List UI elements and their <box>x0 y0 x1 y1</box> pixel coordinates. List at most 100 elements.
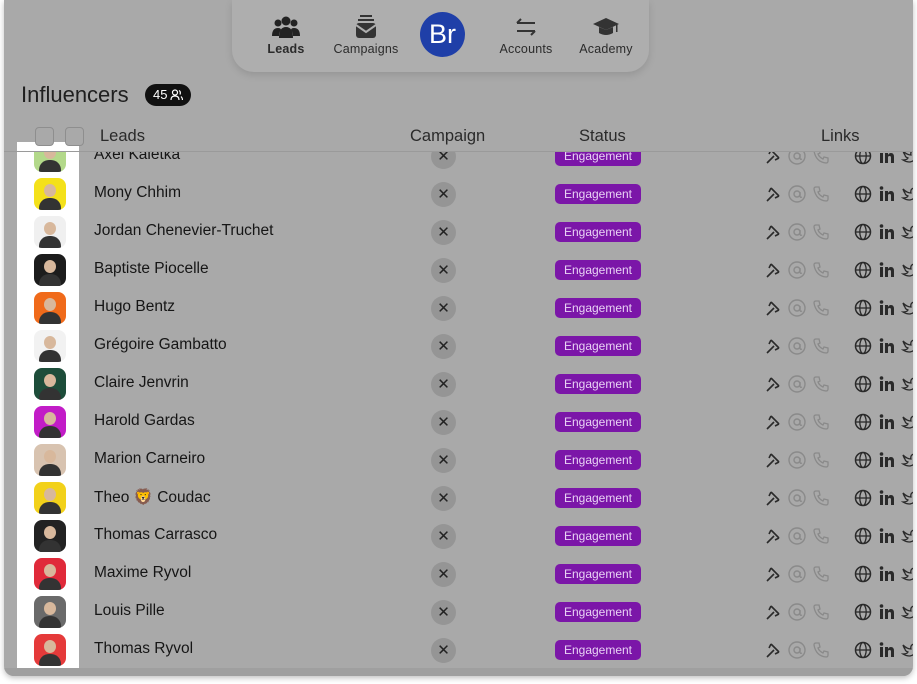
horizontal-scrollbar[interactable] <box>4 668 913 676</box>
avatar[interactable] <box>34 520 66 552</box>
status-badge[interactable]: Engagement <box>555 640 641 660</box>
remove-campaign-button[interactable]: ✕ <box>431 562 456 587</box>
avatar[interactable] <box>34 330 66 362</box>
twitter-icon[interactable] <box>900 222 913 242</box>
email-icon[interactable] <box>787 374 807 394</box>
avatar[interactable] <box>34 216 66 248</box>
phone-icon[interactable] <box>811 184 831 204</box>
avatar[interactable] <box>34 254 66 286</box>
nav-leads[interactable]: Leads <box>246 12 326 56</box>
brand-logo[interactable]: Br <box>420 12 465 57</box>
linkedin-icon[interactable] <box>877 640 897 660</box>
linkedin-action-icon[interactable] <box>763 222 783 242</box>
phone-icon[interactable] <box>811 412 831 432</box>
status-badge[interactable]: Engagement <box>555 488 641 508</box>
phone-icon[interactable] <box>811 450 831 470</box>
twitter-icon[interactable] <box>900 450 913 470</box>
remove-campaign-button[interactable]: ✕ <box>431 182 456 207</box>
linkedin-icon[interactable] <box>877 374 897 394</box>
lead-name[interactable]: Grégoire Gambatto <box>94 336 227 354</box>
email-icon[interactable] <box>787 152 807 166</box>
avatar[interactable] <box>34 596 66 628</box>
status-badge[interactable]: Engagement <box>555 526 641 546</box>
status-badge[interactable]: Engagement <box>555 298 641 318</box>
email-icon[interactable] <box>787 526 807 546</box>
twitter-icon[interactable] <box>900 488 913 508</box>
email-icon[interactable] <box>787 412 807 432</box>
email-icon[interactable] <box>787 222 807 242</box>
phone-icon[interactable] <box>811 222 831 242</box>
table-row[interactable]: Marion Carneiro ✕ Engagement <box>4 441 913 479</box>
lead-name[interactable]: Marion Carneiro <box>94 450 205 468</box>
table-row[interactable]: Maxime Ryvol ✕ Engagement <box>4 555 913 593</box>
nav-academy[interactable]: Academy <box>566 12 646 56</box>
website-globe-icon[interactable] <box>853 488 873 508</box>
website-globe-icon[interactable] <box>853 374 873 394</box>
email-icon[interactable] <box>787 602 807 622</box>
linkedin-action-icon[interactable] <box>763 450 783 470</box>
status-badge[interactable]: Engagement <box>555 222 641 242</box>
status-badge[interactable]: Engagement <box>555 152 641 166</box>
twitter-icon[interactable] <box>900 640 913 660</box>
linkedin-action-icon[interactable] <box>763 298 783 318</box>
linkedin-action-icon[interactable] <box>763 184 783 204</box>
linkedin-action-icon[interactable] <box>763 374 783 394</box>
lead-name[interactable]: Jordan Chenevier-Truchet <box>94 222 273 240</box>
website-globe-icon[interactable] <box>853 526 873 546</box>
phone-icon[interactable] <box>811 374 831 394</box>
website-globe-icon[interactable] <box>853 298 873 318</box>
table-row[interactable]: Jordan Chenevier-Truchet ✕ Engagement <box>4 213 913 251</box>
linkedin-icon[interactable] <box>877 564 897 584</box>
twitter-icon[interactable] <box>900 298 913 318</box>
twitter-icon[interactable] <box>900 374 913 394</box>
remove-campaign-button[interactable]: ✕ <box>431 334 456 359</box>
linkedin-action-icon[interactable] <box>763 488 783 508</box>
lead-name[interactable]: Maxime Ryvol <box>94 564 191 582</box>
linkedin-action-icon[interactable] <box>763 152 783 166</box>
table-row[interactable]: Claire Jenvrin ✕ Engagement <box>4 365 913 403</box>
phone-icon[interactable] <box>811 526 831 546</box>
linkedin-action-icon[interactable] <box>763 564 783 584</box>
linkedin-icon[interactable] <box>877 412 897 432</box>
email-icon[interactable] <box>787 184 807 204</box>
table-row[interactable]: Mony Chhim ✕ Engagement <box>4 175 913 213</box>
linkedin-icon[interactable] <box>877 488 897 508</box>
lead-name[interactable]: Thomas Carrasco <box>94 526 217 544</box>
status-badge[interactable]: Engagement <box>555 336 641 356</box>
twitter-icon[interactable] <box>900 412 913 432</box>
website-globe-icon[interactable] <box>853 602 873 622</box>
avatar[interactable] <box>34 178 66 210</box>
nav-campaigns[interactable]: Campaigns <box>326 12 406 56</box>
remove-campaign-button[interactable]: ✕ <box>431 220 456 245</box>
status-badge[interactable]: Engagement <box>555 374 641 394</box>
table-row[interactable]: Thomas Carrasco ✕ Engagement <box>4 517 913 555</box>
email-icon[interactable] <box>787 260 807 280</box>
twitter-icon[interactable] <box>900 602 913 622</box>
linkedin-icon[interactable] <box>877 526 897 546</box>
lead-name[interactable]: Baptiste Piocelle <box>94 260 209 278</box>
email-icon[interactable] <box>787 564 807 584</box>
linkedin-icon[interactable] <box>877 222 897 242</box>
table-row[interactable]: Louis Pille ✕ Engagement <box>4 593 913 631</box>
twitter-icon[interactable] <box>900 526 913 546</box>
remove-campaign-button[interactable]: ✕ <box>431 638 456 663</box>
remove-campaign-button[interactable]: ✕ <box>431 258 456 283</box>
avatar[interactable] <box>34 152 66 172</box>
remove-campaign-button[interactable]: ✕ <box>431 372 456 397</box>
remove-campaign-button[interactable]: ✕ <box>431 524 456 549</box>
select-all-checkbox[interactable] <box>35 127 54 146</box>
remove-campaign-button[interactable]: ✕ <box>431 600 456 625</box>
website-globe-icon[interactable] <box>853 260 873 280</box>
linkedin-action-icon[interactable] <box>763 260 783 280</box>
linkedin-icon[interactable] <box>877 336 897 356</box>
twitter-icon[interactable] <box>900 184 913 204</box>
table-row[interactable]: Hugo Bentz ✕ Engagement <box>4 289 913 327</box>
linkedin-icon[interactable] <box>877 184 897 204</box>
remove-campaign-button[interactable]: ✕ <box>431 296 456 321</box>
email-icon[interactable] <box>787 450 807 470</box>
phone-icon[interactable] <box>811 298 831 318</box>
status-badge[interactable]: Engagement <box>555 450 641 470</box>
linkedin-icon[interactable] <box>877 298 897 318</box>
linkedin-action-icon[interactable] <box>763 336 783 356</box>
col-header-campaign[interactable]: Campaign <box>410 127 485 146</box>
